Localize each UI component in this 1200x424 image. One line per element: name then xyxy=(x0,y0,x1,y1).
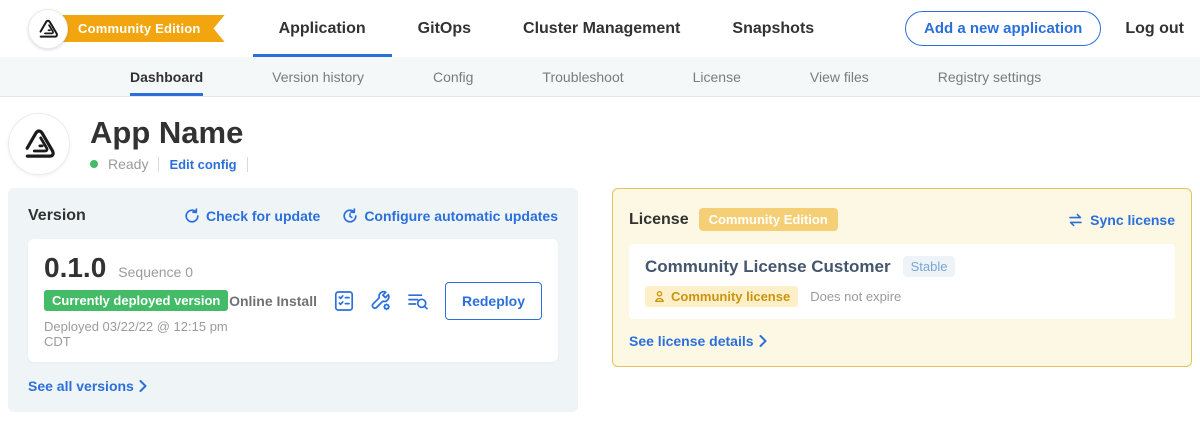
subtab-registry-settings[interactable]: Registry settings xyxy=(938,57,1041,96)
refresh-icon xyxy=(184,208,200,224)
status-badge: Ready xyxy=(108,156,148,172)
tab-application[interactable]: Application xyxy=(253,0,392,57)
add-new-application-button[interactable]: Add a new application xyxy=(905,11,1101,46)
version-number-row: 0.1.0 Sequence 0 xyxy=(44,252,229,284)
version-header-links: Check for update Configure automatic upd… xyxy=(184,208,558,224)
license-card-title: License xyxy=(629,211,689,229)
see-all-versions-label: See all versions xyxy=(28,378,134,394)
license-type-row: Community license Does not expire xyxy=(645,286,1159,307)
redeploy-button[interactable]: Redeploy xyxy=(445,282,542,320)
subtab-view-files[interactable]: View files xyxy=(810,57,869,96)
version-action-icons xyxy=(332,289,430,313)
see-license-details-label: See license details xyxy=(629,333,754,349)
tab-cluster-management[interactable]: Cluster Management xyxy=(497,0,706,57)
app-status-row: Ready Edit config xyxy=(90,156,248,172)
license-details-panel: Community License Customer Stable Commun… xyxy=(629,244,1175,319)
license-card: License Community Edition Sync license C… xyxy=(612,188,1192,367)
sub-nav: Dashboard Version history Config Trouble… xyxy=(0,57,1200,97)
customer-name: Community License Customer xyxy=(645,257,891,277)
divider xyxy=(247,157,248,172)
person-icon xyxy=(653,290,666,303)
tab-snapshots[interactable]: Snapshots xyxy=(706,0,840,57)
configure-automatic-updates-link[interactable]: Configure automatic updates xyxy=(342,208,558,224)
license-type-label: Community license xyxy=(671,289,790,304)
brand-logo-link[interactable] xyxy=(28,9,68,49)
license-expiry: Does not expire xyxy=(810,289,901,304)
top-nav-right: Add a new application Log out xyxy=(905,0,1184,57)
see-license-details-link[interactable]: See license details xyxy=(629,333,1175,349)
edit-config-wrench-icon[interactable] xyxy=(369,289,393,313)
logout-link[interactable]: Log out xyxy=(1125,20,1184,38)
auto-update-clock-icon xyxy=(342,208,358,224)
current-version-panel: 0.1.0 Sequence 0 Currently deployed vers… xyxy=(28,239,558,362)
subtab-license[interactable]: License xyxy=(693,57,741,96)
status-dot-icon xyxy=(90,160,98,168)
preflight-checks-icon[interactable] xyxy=(332,289,356,313)
app-header-text: App Name Ready Edit config xyxy=(90,116,248,172)
subtab-troubleshoot[interactable]: Troubleshoot xyxy=(542,57,623,96)
edition-ribbon: Community Edition xyxy=(48,15,225,42)
app-avatar xyxy=(8,113,70,175)
subtab-version-history[interactable]: Version history xyxy=(272,57,364,96)
deployed-status-badge: Currently deployed version xyxy=(44,290,228,311)
version-card-title: Version xyxy=(28,207,86,225)
configure-automatic-updates-label: Configure automatic updates xyxy=(364,208,558,224)
main-tabs: Application GitOps Cluster Management Sn… xyxy=(253,0,841,57)
divider xyxy=(158,157,159,172)
see-all-versions-link[interactable]: See all versions xyxy=(28,378,558,394)
version-actions: Online Install xyxy=(229,282,542,320)
subtab-config[interactable]: Config xyxy=(433,57,473,96)
channel-badge: Stable xyxy=(903,256,956,277)
check-for-update-link[interactable]: Check for update xyxy=(184,208,320,224)
sequence-label: Sequence 0 xyxy=(118,264,193,280)
check-for-update-label: Check for update xyxy=(206,208,320,224)
page-title: App Name xyxy=(90,116,248,150)
chevron-right-icon xyxy=(139,380,147,392)
subtab-dashboard[interactable]: Dashboard xyxy=(130,57,203,96)
sync-license-label: Sync license xyxy=(1090,212,1175,228)
version-number: 0.1.0 xyxy=(44,252,106,284)
version-card: Version Check for update xyxy=(8,188,578,412)
license-type-badge: Community license xyxy=(645,286,798,307)
version-card-header: Version Check for update xyxy=(28,207,558,225)
deployed-timestamp: Deployed 03/22/22 @ 12:15 pm CDT xyxy=(44,319,229,349)
chevron-right-icon xyxy=(759,335,767,347)
app-header: App Name Ready Edit config xyxy=(0,97,1200,175)
replicated-logo-icon xyxy=(36,17,60,41)
sync-arrows-icon xyxy=(1067,213,1084,227)
view-logs-icon[interactable] xyxy=(406,289,430,313)
sync-license-link[interactable]: Sync license xyxy=(1067,212,1175,228)
install-type-label: Online Install xyxy=(229,293,317,309)
community-edition-badge: Community Edition xyxy=(699,208,838,231)
top-nav: Community Edition Application GitOps Clu… xyxy=(0,0,1200,57)
edit-config-link[interactable]: Edit config xyxy=(169,157,236,172)
replicated-logo-icon xyxy=(20,125,58,163)
license-customer-row: Community License Customer Stable xyxy=(645,256,1159,277)
current-version-info: 0.1.0 Sequence 0 Currently deployed vers… xyxy=(44,252,229,349)
tab-gitops[interactable]: GitOps xyxy=(392,0,497,57)
license-card-header: License Community Edition Sync license xyxy=(629,208,1175,231)
dashboard-cards: Version Check for update xyxy=(0,175,1200,412)
brand: Community Edition xyxy=(28,0,225,57)
